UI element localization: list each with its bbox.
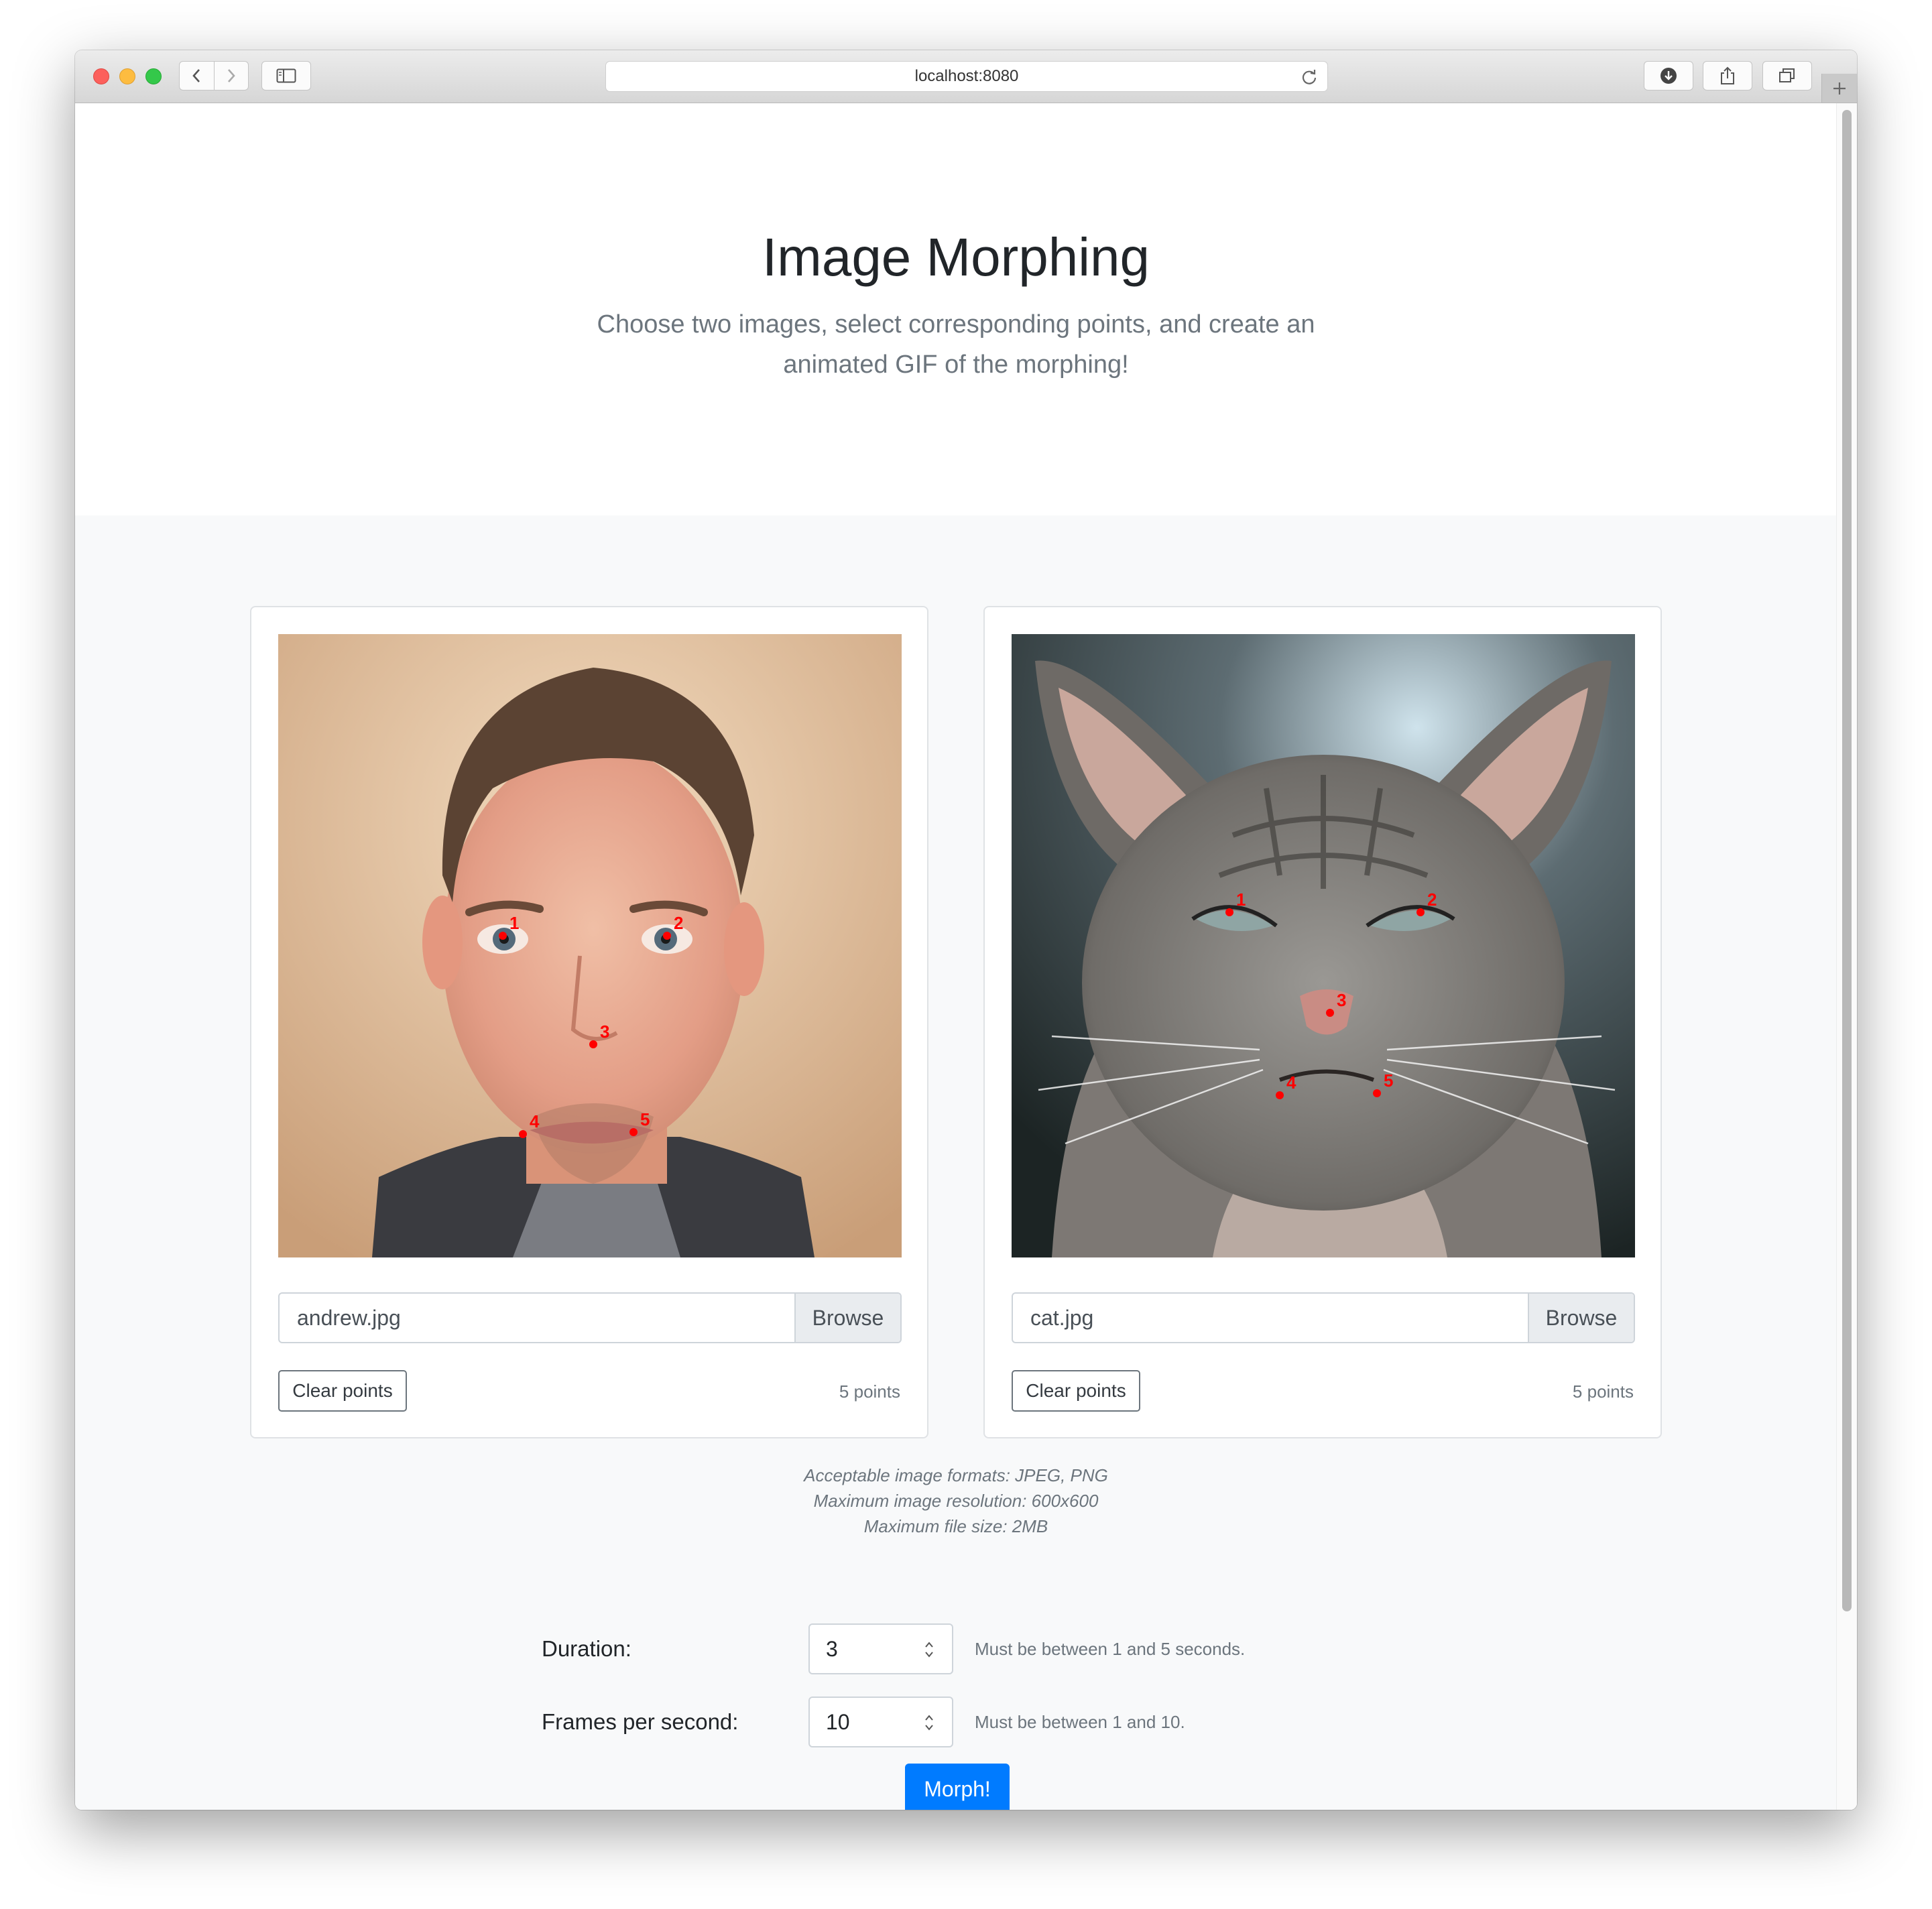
url-text: localhost:8080 bbox=[914, 67, 1019, 85]
chevron-right-icon bbox=[227, 69, 235, 82]
point-marker bbox=[663, 932, 671, 940]
face-image-canvas[interactable]: 1 2 3 4 5 bbox=[278, 634, 902, 1257]
duration-input[interactable]: 3 bbox=[808, 1623, 953, 1674]
point-marker bbox=[589, 1040, 597, 1048]
share-button[interactable] bbox=[1703, 61, 1752, 90]
tabs-overview-button[interactable] bbox=[1762, 61, 1812, 90]
close-window-button[interactable] bbox=[93, 68, 109, 84]
point-marker bbox=[499, 932, 507, 940]
download-icon bbox=[1661, 68, 1677, 84]
browser-toolbar: localhost:8080 bbox=[75, 50, 1857, 103]
fps-row: Frames per second: 10 Must be between 1 … bbox=[542, 1697, 1373, 1747]
minimize-window-button[interactable] bbox=[119, 68, 135, 84]
image-card-second: 1 2 3 4 5 cat.jpg Browse Clear points 5 … bbox=[983, 606, 1662, 1438]
downloads-button[interactable] bbox=[1644, 61, 1693, 90]
file-name: cat.jpg bbox=[1030, 1306, 1094, 1330]
browse-button[interactable]: Browse bbox=[1528, 1294, 1634, 1342]
share-icon bbox=[1721, 66, 1734, 84]
page-lead: Choose two images, select corresponding … bbox=[597, 310, 1315, 379]
back-button[interactable] bbox=[180, 62, 214, 90]
new-tab-button[interactable] bbox=[1821, 74, 1857, 103]
image-file-input[interactable]: andrew.jpg Browse bbox=[278, 1292, 902, 1343]
jumbotron: Image Morphing Choose two images, select… bbox=[75, 103, 1837, 515]
point-count: 5 points bbox=[1572, 1381, 1634, 1402]
point-label: 2 bbox=[1427, 889, 1437, 910]
scrollbar-thumb[interactable] bbox=[1842, 110, 1852, 1611]
sidebar-toggle-button[interactable] bbox=[261, 61, 311, 90]
formats-note: Acceptable image formats: JPEG, PNG bbox=[804, 1465, 1108, 1485]
browse-button[interactable]: Browse bbox=[794, 1294, 900, 1342]
cat-image-canvas[interactable]: 1 2 3 4 5 bbox=[1012, 634, 1635, 1257]
image-card-first: 1 2 3 4 5 andrew.jpg Browse Clear points… bbox=[250, 606, 928, 1438]
point-marker bbox=[1276, 1091, 1284, 1099]
duration-help: Must be between 1 and 5 seconds. bbox=[975, 1639, 1246, 1659]
point-marker bbox=[1225, 908, 1233, 916]
fps-label: Frames per second: bbox=[542, 1709, 739, 1734]
point-label: 4 bbox=[530, 1111, 540, 1131]
point-count: 5 points bbox=[839, 1381, 900, 1402]
reload-icon bbox=[1302, 70, 1317, 84]
point-label: 1 bbox=[509, 913, 519, 933]
clear-points-button[interactable]: Clear points bbox=[278, 1370, 407, 1412]
clear-points-button[interactable]: Clear points bbox=[1012, 1370, 1140, 1412]
filesize-note: Maximum file size: 2MB bbox=[863, 1516, 1048, 1536]
point-marker bbox=[1373, 1089, 1381, 1097]
point-marker bbox=[1416, 908, 1425, 916]
point-marker bbox=[1326, 1009, 1334, 1017]
point-label: 4 bbox=[1286, 1072, 1296, 1093]
file-name: andrew.jpg bbox=[297, 1306, 401, 1330]
image-file-input[interactable]: cat.jpg Browse bbox=[1012, 1292, 1635, 1343]
duration-row: Duration: 3 Must be between 1 and 5 seco… bbox=[542, 1623, 1373, 1674]
point-marker bbox=[629, 1128, 638, 1136]
address-bar[interactable]: localhost:8080 bbox=[605, 61, 1328, 92]
plus-icon bbox=[1833, 82, 1846, 95]
face-point-overlay: 1 2 3 4 5 bbox=[499, 913, 683, 1138]
stepper-icon[interactable] bbox=[924, 1713, 934, 1733]
tabs-icon bbox=[1779, 68, 1795, 82]
point-label: 5 bbox=[640, 1109, 650, 1129]
sidebar-icon bbox=[276, 68, 296, 83]
upload-requirements: Acceptable image formats: JPEG, PNG Maxi… bbox=[75, 1463, 1837, 1539]
history-nav bbox=[179, 61, 249, 90]
scrollbar[interactable] bbox=[1836, 103, 1857, 1810]
browser-window: localhost:8080 Image Morphing Choose two… bbox=[75, 50, 1857, 1810]
page-viewport: Image Morphing Choose two images, select… bbox=[75, 103, 1857, 1810]
fps-input[interactable]: 10 bbox=[808, 1697, 953, 1747]
point-label: 2 bbox=[674, 913, 683, 933]
forward-button[interactable] bbox=[213, 62, 249, 90]
duration-value: 3 bbox=[826, 1637, 838, 1661]
stepper-icon[interactable] bbox=[924, 1640, 934, 1660]
chevron-left-icon bbox=[192, 69, 200, 82]
point-marker bbox=[519, 1130, 527, 1138]
point-label: 1 bbox=[1236, 889, 1246, 910]
reload-button[interactable] bbox=[1301, 68, 1318, 89]
zoom-window-button[interactable] bbox=[145, 68, 162, 84]
point-label: 3 bbox=[1337, 990, 1346, 1010]
cat-point-overlay: 1 2 3 4 5 bbox=[1225, 889, 1437, 1099]
fps-value: 10 bbox=[826, 1710, 850, 1734]
point-label: 3 bbox=[600, 1022, 609, 1042]
morph-button[interactable]: Morph! bbox=[905, 1764, 1010, 1810]
page-title: Image Morphing bbox=[762, 227, 1150, 287]
point-label: 5 bbox=[1384, 1070, 1393, 1091]
resolution-note: Maximum image resolution: 600x600 bbox=[813, 1491, 1099, 1511]
fps-help: Must be between 1 and 10. bbox=[975, 1712, 1185, 1732]
duration-label: Duration: bbox=[542, 1636, 631, 1661]
